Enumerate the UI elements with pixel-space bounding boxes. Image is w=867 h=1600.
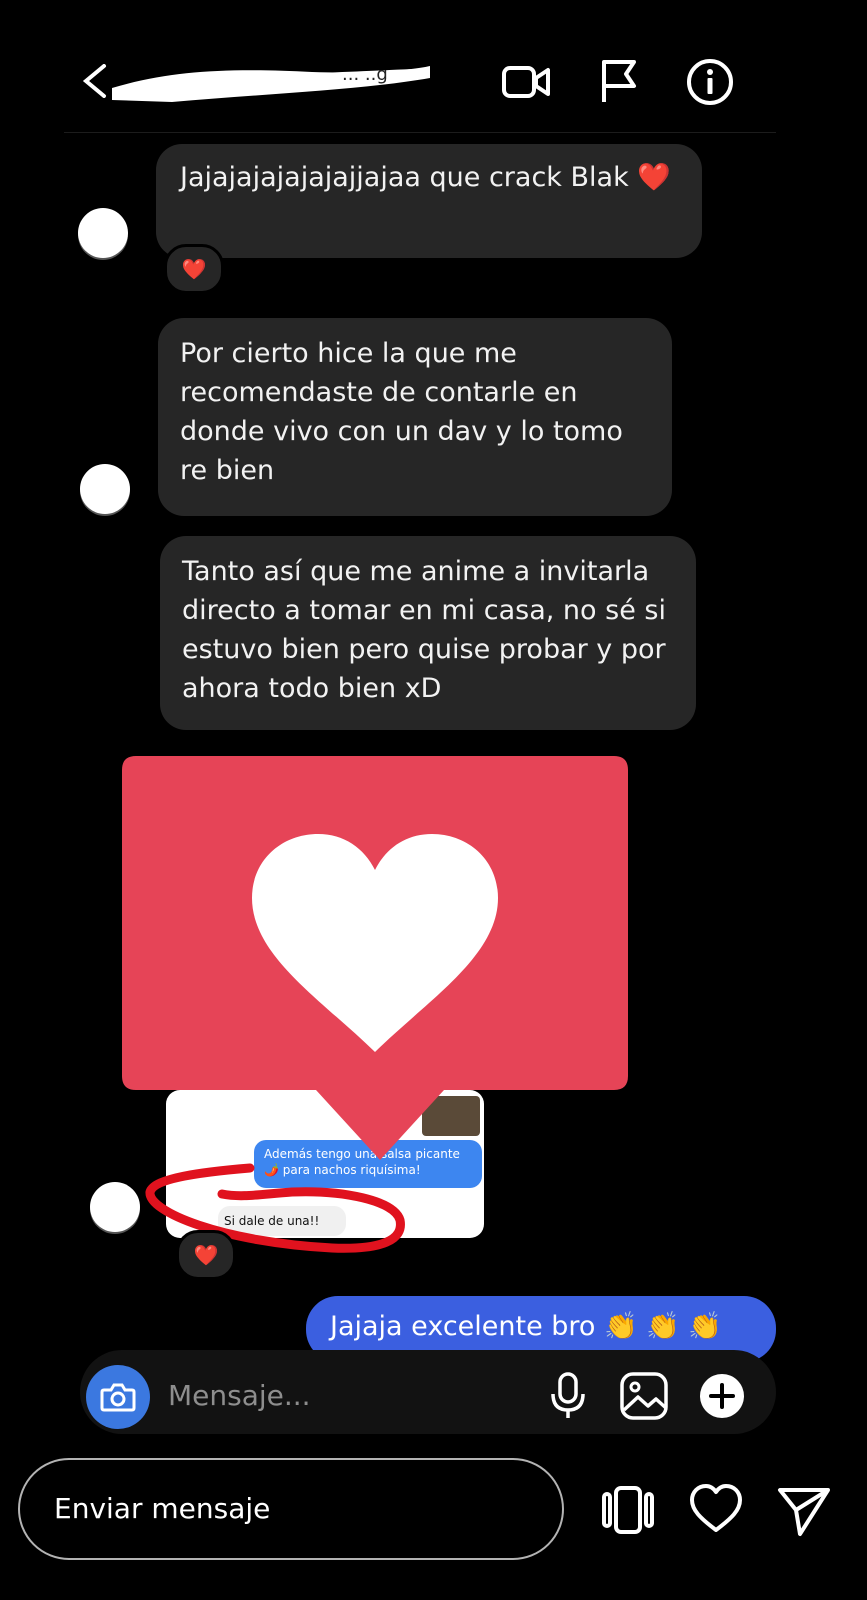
reaction-badge[interactable]: ❤️ bbox=[164, 244, 224, 294]
message-bubble[interactable]: Jajajajajajajajjajaa que crack Blak ❤️ bbox=[156, 144, 702, 258]
redacted-username-scribble: ... ..g bbox=[112, 64, 430, 102]
message-text: Jajajajajajajajjajaa que crack Blak ❤️ bbox=[180, 162, 671, 193]
message-text: Por cierto hice la que me recomendaste d… bbox=[180, 338, 623, 486]
camera-button[interactable] bbox=[86, 1365, 150, 1429]
header-divider bbox=[64, 132, 776, 133]
avatar[interactable] bbox=[78, 208, 128, 258]
heart-reaction-emoji: ❤️ bbox=[193, 1243, 219, 1267]
svg-text:... ..g: ... ..g bbox=[342, 64, 388, 85]
microphone-icon[interactable] bbox=[542, 1370, 594, 1422]
reaction-badge[interactable]: ❤️ bbox=[176, 1230, 236, 1280]
gallery-icon[interactable] bbox=[618, 1370, 670, 1422]
avatar[interactable] bbox=[80, 464, 130, 514]
avatar[interactable] bbox=[90, 1182, 140, 1232]
heart-reaction-emoji: ❤️ bbox=[181, 257, 207, 281]
send-icon[interactable] bbox=[776, 1482, 832, 1538]
camera-icon bbox=[100, 1383, 136, 1412]
like-notification-sticker bbox=[122, 756, 628, 1160]
message-bubble[interactable]: Tanto así que me anime a invitarla direc… bbox=[160, 536, 696, 730]
flag-icon[interactable] bbox=[594, 56, 646, 108]
video-call-icon[interactable] bbox=[500, 56, 552, 108]
story-frames-icon[interactable] bbox=[600, 1482, 656, 1538]
message-bubble[interactable]: Por cierto hice la que me recomendaste d… bbox=[158, 318, 672, 516]
back-chevron-icon[interactable] bbox=[80, 64, 114, 98]
message-input-placeholder[interactable]: Mensaje... bbox=[168, 1379, 311, 1412]
plus-icon[interactable] bbox=[696, 1370, 748, 1422]
info-icon[interactable] bbox=[684, 56, 736, 108]
message-text: Tanto así que me anime a invitarla direc… bbox=[182, 556, 666, 704]
send-message-placeholder: Enviar mensaje bbox=[54, 1492, 271, 1525]
heart-icon[interactable] bbox=[688, 1482, 744, 1538]
message-text: Jajaja excelente bro 👏 👏 👏 bbox=[330, 1311, 723, 1342]
